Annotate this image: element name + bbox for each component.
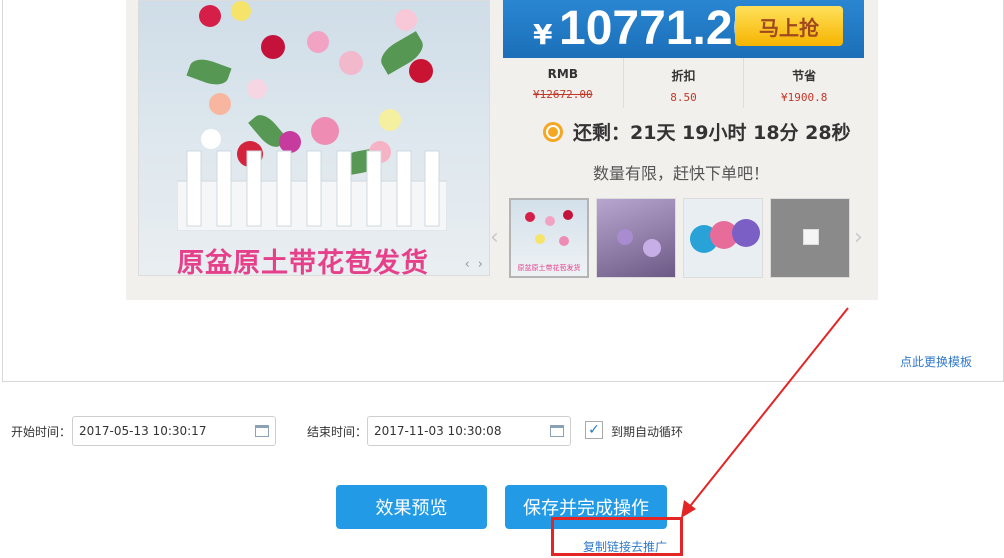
copy-promo-link[interactable]: 复制链接去推广 <box>583 538 667 555</box>
annotation-arrow <box>681 307 849 518</box>
